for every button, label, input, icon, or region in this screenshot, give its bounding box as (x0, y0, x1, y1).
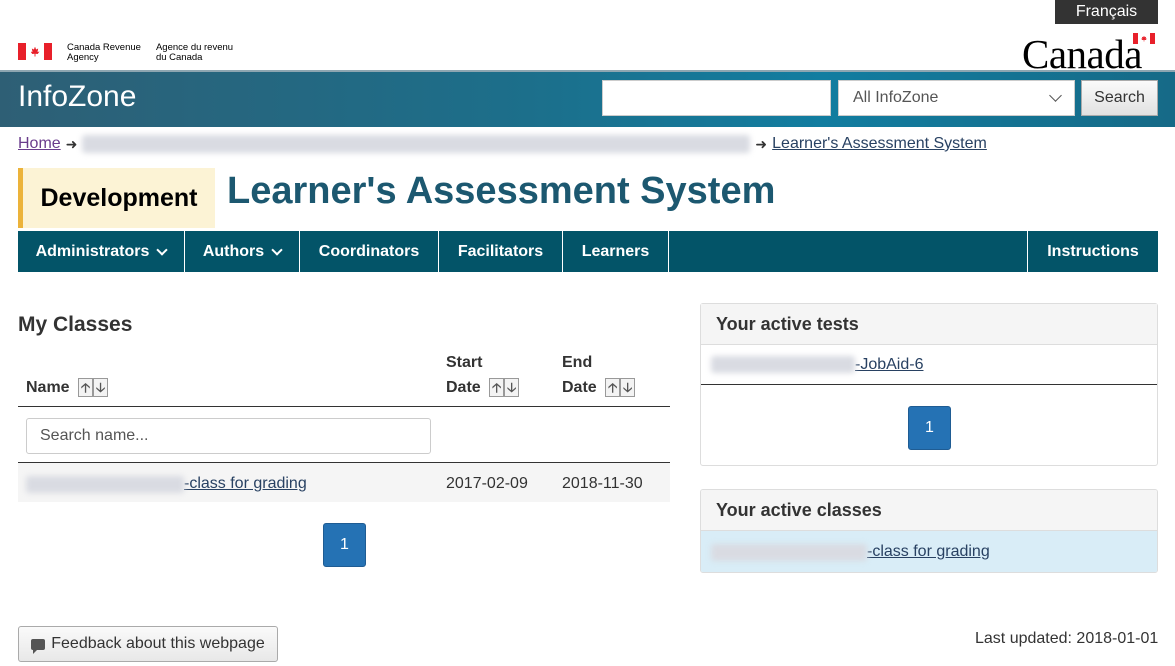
active-tests-page-1-button[interactable]: 1 (908, 406, 951, 450)
menu-instructions[interactable]: Instructions (1028, 231, 1158, 272)
my-classes-page-1-button[interactable]: 1 (323, 523, 366, 567)
table-header-divider (18, 406, 670, 407)
column-header-start-date: Start Date 🡡 🡣 (446, 350, 520, 400)
class-start-date: 2017-02-09 (446, 475, 528, 492)
my-classes-heading: My Classes (18, 313, 133, 336)
active-tests-heading: Your active tests (701, 304, 1157, 345)
class-name-redacted[interactable] (26, 475, 184, 493)
active-classes-heading: Your active classes (701, 490, 1157, 531)
arrow-right-icon: ➜ (755, 135, 768, 152)
list-item: -JobAid-6 (701, 345, 1157, 385)
search-button[interactable]: Search (1081, 80, 1158, 116)
page-title: Learner's Assessment System (227, 170, 776, 212)
menu-administrators[interactable]: Administrators (18, 231, 185, 272)
breadcrumb-home-link[interactable]: Home (18, 135, 61, 153)
active-classes-panel: Your active classes -class for grading (700, 489, 1158, 573)
class-name-search-input[interactable]: Search name... (26, 418, 431, 454)
site-search-input[interactable] (602, 80, 831, 116)
government-signature: Canada Revenue Agency Agence du revenu du … (18, 43, 233, 63)
sort-descending-icon[interactable]: 🡣 (620, 378, 636, 398)
test-name-redacted[interactable] (711, 356, 855, 373)
menu-authors[interactable]: Authors (185, 231, 300, 272)
language-toggle-link[interactable]: Français (1055, 0, 1158, 24)
last-updated-date: Last updated: 2018-01-01 (975, 630, 1159, 647)
column-header-name: Name 🡡 🡣 (26, 375, 109, 400)
column-header-end-date: End Date 🡡 🡣 (562, 350, 636, 400)
sort-ascending-icon[interactable]: 🡡 (605, 378, 621, 398)
breadcrumb-current-link[interactable]: Learner's Assessment System (772, 135, 987, 153)
signature-english: Canada Revenue Agency (67, 42, 141, 63)
menu-coordinators[interactable]: Coordinators (300, 231, 439, 272)
active-class-link[interactable]: -class for grading (867, 543, 990, 561)
class-name-redacted[interactable] (711, 543, 867, 561)
active-test-link[interactable]: -JobAid-6 (855, 356, 923, 374)
class-link[interactable]: -class for grading (184, 475, 307, 493)
table-row: -class for grading 2017-02-09 2018-11-30 (18, 463, 670, 502)
feedback-button[interactable]: Feedback about this webpage (18, 626, 278, 662)
feedback-label: Feedback about this webpage (51, 635, 265, 652)
breadcrumb-redacted-link[interactable] (82, 135, 751, 153)
breadcrumb: Home ➜ ➜ Learner's Assessment System (18, 135, 987, 153)
arrow-right-icon: ➜ (65, 135, 78, 152)
search-scope-value: All InfoZone (853, 89, 939, 106)
menu-spacer (669, 231, 1028, 272)
menu-learners[interactable]: Learners (563, 231, 669, 272)
canada-flag-icon (18, 43, 52, 60)
comment-icon (31, 638, 46, 654)
sort-ascending-icon[interactable]: 🡡 (78, 378, 94, 398)
active-tests-panel: Your active tests -JobAid-6 1 (700, 303, 1158, 466)
sort-descending-icon[interactable]: 🡣 (93, 378, 109, 398)
class-end-date: 2018-11-30 (562, 475, 643, 492)
sort-ascending-icon[interactable]: 🡡 (489, 378, 505, 398)
menu-facilitators[interactable]: Facilitators (439, 231, 563, 272)
environment-badge: Development (18, 168, 215, 228)
sort-descending-icon[interactable]: 🡣 (504, 378, 520, 398)
search-scope-select[interactable]: All InfoZone (838, 80, 1075, 116)
chevron-down-icon (271, 243, 283, 256)
chevron-down-icon (1049, 89, 1062, 102)
list-item: -class for grading (701, 531, 1157, 572)
signature-french: Agence du revenu du Canada (155, 42, 234, 63)
site-title[interactable]: InfoZone (18, 80, 136, 114)
wordmark-flag-icon (1133, 33, 1155, 44)
chevron-down-icon (156, 243, 169, 256)
main-menu: Administrators Authors Coordinators Faci… (18, 231, 1158, 272)
